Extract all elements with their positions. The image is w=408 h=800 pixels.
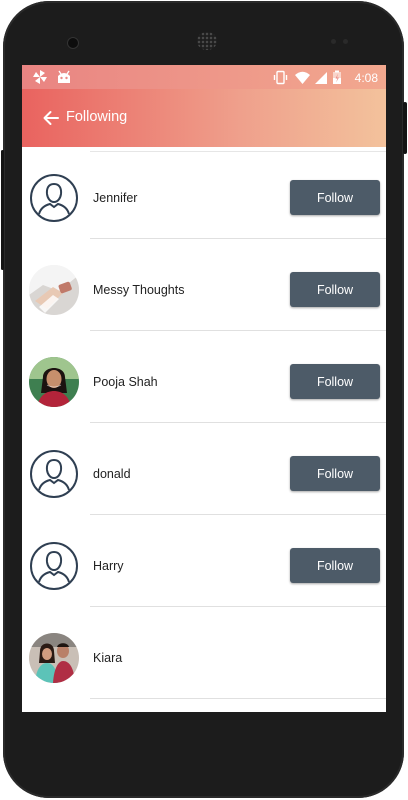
- status-left-icons: [32, 69, 74, 88]
- list-item[interactable]: Kiara: [22, 607, 386, 699]
- app-bar: Following: [22, 89, 386, 147]
- list-item[interactable]: Pooja Shah Follow: [22, 331, 386, 423]
- user-name: Kiara: [93, 651, 123, 665]
- list-item[interactable]: Harry Follow: [22, 515, 386, 607]
- default-avatar-icon: [29, 449, 79, 499]
- default-avatar-icon: [29, 173, 79, 223]
- follow-button[interactable]: Follow: [290, 272, 380, 307]
- status-time: 4:08: [354, 70, 378, 85]
- user-photo-avatar: [29, 357, 79, 407]
- wifi-icon: [295, 72, 311, 85]
- list-item[interactable]: donald Follow: [22, 423, 386, 515]
- vibrate-icon: [274, 71, 288, 85]
- user-name: donald: [93, 467, 131, 481]
- follow-button[interactable]: Follow: [290, 456, 380, 491]
- pinwheel-icon: [33, 70, 47, 84]
- user-photo-avatar: [29, 265, 79, 315]
- power-button: [403, 102, 407, 154]
- list-item[interactable]: Jennifer Follow: [22, 147, 386, 239]
- volume-rocker: [1, 150, 4, 270]
- user-name: Messy Thoughts: [93, 283, 185, 297]
- battery-charging-icon: [333, 70, 342, 85]
- user-name: Pooja Shah: [93, 375, 158, 389]
- list-divider: [90, 698, 386, 699]
- list-item[interactable]: Messy Thoughts Follow: [22, 239, 386, 331]
- follow-button[interactable]: Follow: [290, 548, 380, 583]
- follow-button[interactable]: Follow: [290, 364, 380, 399]
- default-avatar-icon: [29, 541, 79, 591]
- app-screen: 4:08 Following Jennifer Follow Messy Tho…: [22, 65, 386, 712]
- follow-button[interactable]: Follow: [290, 180, 380, 215]
- proximity-sensor: [331, 39, 336, 44]
- user-photo-avatar: [29, 633, 79, 683]
- status-right-icons: 4:08: [273, 70, 378, 85]
- android-icon: [58, 70, 70, 83]
- user-name: Harry: [93, 559, 124, 573]
- arrow-left-icon[interactable]: [42, 109, 60, 127]
- earpiece-speaker: [197, 32, 217, 50]
- front-camera: [67, 37, 79, 49]
- status-bar: 4:08: [22, 65, 386, 89]
- user-name: Jennifer: [93, 191, 138, 205]
- signal-icon: [315, 72, 328, 85]
- page-title: Following: [66, 109, 128, 125]
- light-sensor: [343, 39, 348, 44]
